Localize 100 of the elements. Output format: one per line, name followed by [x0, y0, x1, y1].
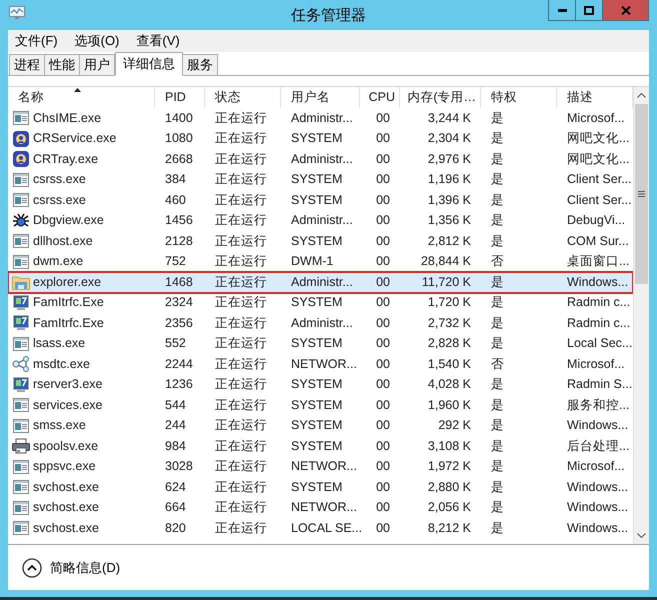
- tab[interactable]: 详细信息: [115, 52, 183, 76]
- table-cell-text: 正在运行: [215, 478, 267, 496]
- column-header[interactable]: 名称: [8, 87, 155, 108]
- tab[interactable]: 服务: [182, 54, 218, 75]
- table-cell-text: 否: [491, 356, 504, 373]
- table-row[interactable]: svchost.exe 820 正在运行 LOCAL SE... 00 8,212 K 是 Windows...: [8, 518, 633, 538]
- table-row[interactable]: spoolsv.exe 984 正在运行 SYSTEM 00 3,108 K 是 后台处理...: [8, 436, 633, 456]
- table-row[interactable]: dwm.exe 752 正在运行 DWM-1 00 28,844 K 否 桌面窗口...: [8, 252, 633, 272]
- monitor-icon: [13, 376, 29, 393]
- table-cell-text: 正在运行: [215, 212, 267, 230]
- table-cell-text: 是: [491, 520, 504, 537]
- close-icon: [620, 6, 630, 14]
- table-cell-text: SYSTEM: [291, 335, 342, 352]
- table-cell-text: 1,540 K: [428, 356, 471, 373]
- table-cell-text: 00: [376, 499, 390, 516]
- tab[interactable]: 性能: [44, 54, 80, 75]
- table-row[interactable]: rserver3.exe 1236 正在运行 SYSTEM 00 4,028 K 是 Radmin S...: [8, 374, 633, 395]
- table-row[interactable]: smss.exe 244 正在运行 SYSTEM 00 292 K 是 Windows...: [8, 416, 633, 436]
- table-row[interactable]: lsass.exe 552 正在运行 SYSTEM 00 2,828 K 是 Local Sec...: [8, 334, 633, 354]
- table-cell-text: 00: [376, 212, 390, 230]
- table-cell-text: 网吧文化...: [567, 150, 630, 168]
- table-cell-text: Radmin c...: [567, 294, 630, 312]
- table-cell-text: CRService.exe: [33, 130, 116, 148]
- monitor-icon: [13, 294, 29, 311]
- column-header[interactable]: 状态: [205, 87, 281, 108]
- close-button[interactable]: [603, 0, 649, 21]
- table-cell-text: 是: [491, 417, 504, 434]
- column-header[interactable]: PID: [155, 87, 205, 108]
- table-cell-text: 00: [376, 335, 390, 352]
- table-cell-text: rserver3.exe: [33, 376, 102, 394]
- table-cell-text: 正在运行: [215, 274, 267, 291]
- scroll-up-icon[interactable]: [637, 93, 646, 98]
- table-cell-text: 服务和控...: [567, 396, 630, 414]
- table-cell-text: 00: [376, 417, 390, 434]
- tab[interactable]: 用户: [79, 54, 115, 75]
- column-header[interactable]: 用户名: [281, 87, 360, 108]
- scrollbar[interactable]: [633, 87, 649, 544]
- table-cell-text: 00: [376, 294, 390, 312]
- column-header[interactable]: 内存(专用…: [400, 87, 481, 108]
- table-cell-text: 正在运行: [215, 499, 267, 516]
- table-cell-text: dllhost.exe: [33, 232, 93, 250]
- menu-item[interactable]: 选项(O): [74, 31, 120, 51]
- menu-item[interactable]: 查看(V): [135, 31, 181, 51]
- fewer-details-button[interactable]: 简略信息(D): [22, 558, 120, 578]
- monitor-icon: [13, 315, 29, 332]
- table-cell-text: 正在运行: [215, 294, 267, 312]
- table-row[interactable]: CRService.exe 1080 正在运行 SYSTEM 00 2,304 K 是 网吧文化...: [8, 128, 633, 149]
- table-row[interactable]: svchost.exe 664 正在运行 NETWOR... 00 2,056 K 是 Windows...: [8, 498, 633, 518]
- table-cell-text: COM Sur...: [567, 232, 629, 250]
- tab[interactable]: 进程: [9, 54, 45, 75]
- table-cell-text: 00: [376, 314, 390, 332]
- table-row[interactable]: csrss.exe 460 正在运行 SYSTEM 00 1,396 K 是 Client Ser...: [8, 190, 633, 210]
- table-cell-text: 00: [376, 130, 390, 148]
- table-row[interactable]: explorer.exe 1468 正在运行 Administr... 00 11,720 K 是 Windows...: [8, 272, 633, 292]
- table-cell-text: SYSTEM: [291, 130, 342, 148]
- table-row[interactable]: Dbgview.exe 1456 正在运行 Administr... 00 1,356 K 是 DebugVi...: [8, 210, 633, 231]
- table-cell-text: 是: [491, 274, 504, 291]
- table-row[interactable]: CRTray.exe 2668 正在运行 Administr... 00 2,976 K 是 网吧文化...: [8, 149, 633, 170]
- table-row[interactable]: FamItrfc.Exe 2356 正在运行 Administr... 00 2,732 K 是 Radmin c...: [8, 313, 633, 334]
- table-cell-text: 正在运行: [215, 171, 267, 188]
- minimize-button[interactable]: [548, 0, 576, 21]
- table-cell-text: Windows...: [567, 499, 628, 516]
- table-cell-text: Administr...: [291, 274, 353, 291]
- table-cell-text: 00: [376, 478, 390, 496]
- table-cell-text: DWM-1: [291, 253, 334, 270]
- table-cell-text: 是: [491, 314, 504, 332]
- table-cell-text: 3028: [165, 458, 193, 476]
- table-cell-text: 正在运行: [215, 438, 267, 455]
- table-cell-text: ChsIME.exe: [33, 110, 102, 127]
- table-row[interactable]: dllhost.exe 2128 正在运行 SYSTEM 00 2,812 K 是 COM Sur...: [8, 231, 633, 252]
- table-cell-text: 752: [165, 253, 186, 270]
- table-row[interactable]: csrss.exe 384 正在运行 SYSTEM 00 1,196 K 是 Client Ser...: [8, 170, 633, 190]
- window-icon: [13, 193, 29, 208]
- table-row[interactable]: msdtc.exe 2244 正在运行 NETWOR... 00 1,540 K 否 Microsof...: [8, 354, 633, 374]
- table-cell-text: 正在运行: [215, 458, 267, 476]
- table-cell-text: 00: [376, 150, 390, 168]
- bug-icon: [13, 212, 29, 229]
- table-row[interactable]: sppsvc.exe 3028 正在运行 NETWOR... 00 1,972 K 是 Microsof...: [8, 456, 633, 477]
- table-cell-text: 正在运行: [215, 314, 267, 332]
- table-cell-text: 1080: [165, 130, 193, 148]
- table-cell-text: 2,828 K: [428, 335, 471, 352]
- column-header[interactable]: CPU: [360, 87, 400, 108]
- scrollbar-thumb[interactable]: [635, 104, 648, 284]
- table-cell-text: SYSTEM: [291, 396, 342, 414]
- column-header[interactable]: 特权: [481, 87, 557, 108]
- table-row[interactable]: FamItrfc.Exe 2324 正在运行 SYSTEM 00 1,720 K 是 Radmin c...: [8, 292, 633, 313]
- table-row[interactable]: ChsIME.exe 1400 正在运行 Administr... 00 3,244 K 是 Microsof...: [8, 108, 633, 128]
- table-cell-text: 网吧文化...: [567, 130, 630, 148]
- app-icon: [9, 6, 25, 20]
- table-row[interactable]: svchost.exe 624 正在运行 SYSTEM 00 2,880 K 是 Windows...: [8, 477, 633, 498]
- table-cell-text: 正在运行: [215, 335, 267, 352]
- table-cell-text: Windows...: [567, 274, 628, 291]
- menu-item[interactable]: 文件(F): [14, 31, 59, 51]
- table-cell-text: 11,720 K: [422, 274, 471, 291]
- scroll-down-icon[interactable]: [637, 533, 646, 538]
- table-cell-text: 384: [165, 171, 186, 188]
- table-cell-text: 2,304 K: [428, 130, 471, 148]
- table-cell-text: 244: [165, 417, 186, 434]
- table-cell-text: 3,244 K: [428, 110, 471, 127]
- table-row[interactable]: services.exe 544 正在运行 SYSTEM 00 1,960 K 是 服务和控...: [8, 395, 633, 416]
